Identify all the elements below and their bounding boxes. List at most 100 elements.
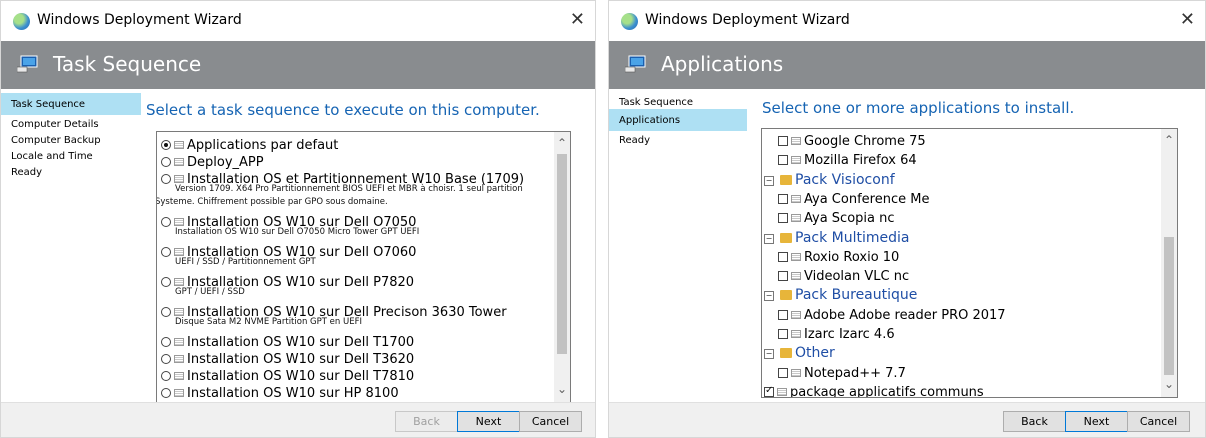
nav-item-task-sequence[interactable]: Task Sequence — [609, 93, 747, 109]
folder-icon — [780, 174, 792, 185]
collapse-icon[interactable]: − — [764, 233, 774, 244]
next-button[interactable]: Next — [457, 411, 520, 432]
nav-item-task-sequence[interactable]: Task Sequence — [1, 93, 141, 115]
footer-bar: Back Next Cancel — [609, 402, 1205, 437]
task-sequence-icon — [174, 355, 184, 363]
back-button[interactable]: Back — [1003, 411, 1066, 432]
task-sequence-icon — [174, 158, 184, 166]
application-item[interactable]: package applicatifs communs — [764, 381, 984, 397]
application-item[interactable]: Mozilla Firefox 64 — [778, 149, 917, 168]
chevron-up-icon[interactable]: ⌃ — [557, 136, 567, 150]
checkbox[interactable] — [778, 367, 788, 378]
application-group-label: Other — [795, 345, 835, 362]
radio-button[interactable] — [161, 277, 171, 287]
application-group[interactable]: − Pack Multimedia — [764, 227, 909, 246]
radio-button[interactable] — [161, 140, 171, 150]
checkbox[interactable] — [778, 136, 788, 146]
application-item[interactable]: Adobe Adobe reader PRO 2017 — [778, 304, 1006, 323]
application-group[interactable]: − Pack Bureautique — [764, 284, 917, 303]
folder-icon — [780, 232, 792, 243]
application-label: Izarc Izarc 4.6 — [804, 327, 895, 342]
wizard-nav: Task Sequence Computer Details Computer … — [1, 93, 141, 179]
cancel-button[interactable]: Cancel — [1127, 411, 1190, 432]
back-button[interactable]: Back — [395, 411, 458, 432]
application-group[interactable]: − Other — [764, 342, 835, 361]
checkbox[interactable] — [778, 309, 788, 320]
checkbox[interactable] — [778, 271, 788, 282]
task-sequence-description: Version 1709. X64 Pro Partitionnement BI… — [175, 184, 523, 194]
next-button[interactable]: Next — [1065, 411, 1128, 432]
task-sequence-description: UEFI / SSD / Partitionnement GPT — [175, 257, 316, 267]
collapse-icon[interactable]: − — [764, 175, 774, 186]
computer-icon — [625, 55, 646, 73]
nav-item-ready[interactable]: Ready — [1, 163, 141, 179]
applications-window: Windows Deployment Wizard ✕ Applications… — [608, 0, 1206, 438]
task-sequence-list[interactable]: ⌃ ⌄ Applications par defaut Deploy_APP Ins… — [156, 131, 571, 403]
scrollbar[interactable]: ⌃ ⌄ — [554, 132, 570, 402]
task-sequence-icon — [174, 278, 184, 286]
application-icon — [791, 194, 801, 203]
chevron-down-icon[interactable]: ⌄ — [1164, 377, 1174, 391]
task-sequence-icon — [174, 218, 184, 226]
application-item[interactable]: Aya Scopia nc — [778, 207, 895, 226]
radio-button[interactable] — [161, 217, 171, 227]
radio-button[interactable] — [161, 337, 171, 347]
application-icon — [791, 310, 801, 319]
application-item[interactable]: Videolan VLC nc — [778, 265, 909, 284]
application-item[interactable]: Notepad++ 7.7 — [778, 362, 906, 381]
checkbox[interactable] — [778, 193, 788, 204]
chevron-down-icon[interactable]: ⌄ — [557, 382, 567, 396]
chevron-up-icon[interactable]: ⌃ — [1164, 133, 1174, 147]
scrollbar-thumb[interactable] — [1164, 237, 1174, 375]
scrollbar[interactable]: ⌃ ⌄ — [1161, 129, 1177, 397]
checkbox[interactable] — [778, 213, 788, 224]
task-sequence-description: Disque Sata M2 NVME Partition GPT en UEF… — [175, 317, 362, 327]
radio-button[interactable] — [161, 247, 171, 257]
nav-item-applications[interactable]: Applications — [609, 109, 747, 131]
application-group[interactable]: − Pack Visioconf — [764, 169, 895, 188]
checkbox[interactable] — [778, 251, 788, 262]
task-sequence-icon — [174, 372, 184, 380]
close-icon[interactable]: ✕ — [570, 9, 585, 30]
task-sequence-icon — [174, 141, 184, 149]
deployment-wizard-icon — [621, 13, 638, 30]
window-title: Windows Deployment Wizard — [37, 12, 242, 28]
checkbox[interactable] — [764, 385, 774, 397]
page-title: Task Sequence — [53, 52, 202, 76]
task-sequence-label: Installation OS W10 sur HP 8100 — [187, 386, 399, 401]
radio-button[interactable] — [161, 354, 171, 364]
checkbox[interactable] — [778, 329, 788, 339]
nav-item-computer-details[interactable]: Computer Details — [1, 115, 141, 131]
page-header: Task Sequence — [1, 41, 595, 89]
folder-icon — [780, 348, 792, 359]
application-icon — [791, 330, 801, 338]
scrollbar-thumb[interactable] — [557, 154, 567, 354]
collapse-icon[interactable]: − — [764, 349, 774, 360]
applications-list[interactable]: ⌃ ⌄ Google Chrome 75 Mozilla Firefox 64 − P… — [761, 128, 1178, 398]
radio-button[interactable] — [161, 371, 171, 381]
radio-button[interactable] — [161, 388, 171, 398]
title-bar[interactable]: Windows Deployment Wizard ✕ — [609, 1, 1205, 41]
nav-item-ready[interactable]: Ready — [609, 131, 747, 147]
application-item[interactable]: Izarc Izarc 4.6 — [778, 323, 895, 342]
task-sequence-item[interactable]: Installation OS W10 sur HP 8100 — [161, 382, 399, 401]
task-sequence-description: Systeme. Chiffrement possible par GPO so… — [156, 197, 388, 207]
footer-bar: Back Next Cancel — [1, 402, 595, 437]
collapse-icon[interactable]: − — [764, 291, 774, 302]
application-label: Roxio Roxio 10 — [804, 249, 900, 265]
application-label: Adobe Adobe reader PRO 2017 — [804, 307, 1006, 323]
application-label: Mozilla Firefox 64 — [804, 153, 917, 169]
title-bar[interactable]: Windows Deployment Wizard ✕ — [1, 1, 595, 41]
close-icon[interactable]: ✕ — [1180, 9, 1195, 30]
application-item[interactable]: Roxio Roxio 10 — [778, 246, 899, 265]
cancel-button[interactable]: Cancel — [519, 411, 582, 432]
checkbox[interactable] — [778, 155, 788, 166]
radio-button[interactable] — [161, 174, 171, 184]
application-item[interactable]: Aya Conference Me — [778, 188, 929, 207]
nav-item-computer-backup[interactable]: Computer Backup — [1, 131, 141, 147]
nav-item-locale-time[interactable]: Locale and Time — [1, 147, 141, 163]
radio-button[interactable] — [161, 157, 171, 167]
radio-button[interactable] — [161, 307, 171, 317]
page-header: Applications — [609, 41, 1205, 89]
application-item[interactable]: Google Chrome 75 — [778, 130, 926, 149]
